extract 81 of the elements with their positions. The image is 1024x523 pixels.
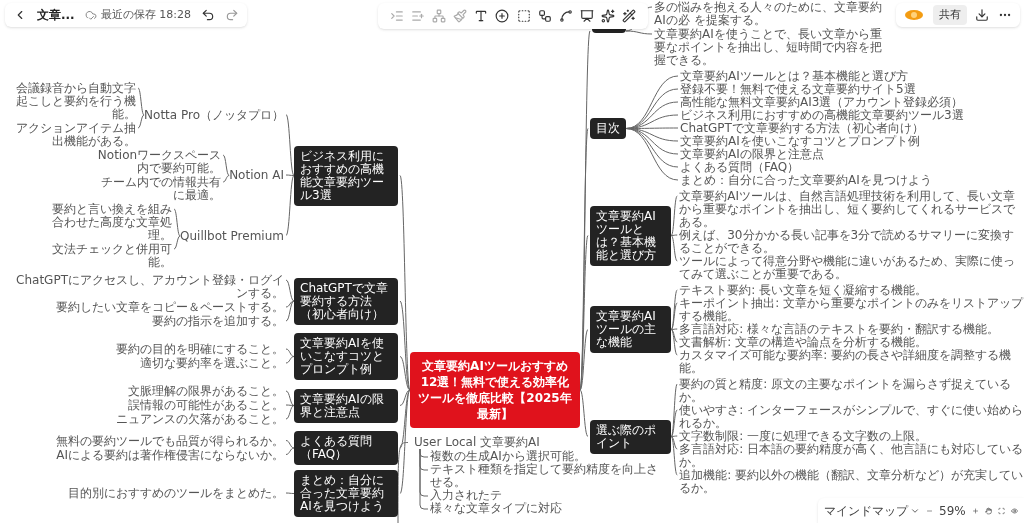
- subtopic-text[interactable]: 登録不要！無料で使える文章要約サイト5選: [680, 83, 964, 96]
- subtopic-text[interactable]: テキスト種類を指定して要約精度を向上させる。: [430, 463, 666, 489]
- frame-icon[interactable]: [516, 9, 531, 23]
- subtopic-text[interactable]: 多言語対応: 日本語の要約精度が高く、他言語にも対応しているか。: [679, 443, 1024, 469]
- topic-node[interactable]: [592, 29, 626, 33]
- subtopic-text[interactable]: AIによる要約は著作権侵害にならないか。: [56, 448, 284, 462]
- root-topic[interactable]: 文章要約AIツールおすすめ12選！無料で使える効率化ツールを徹底比較【2025年最新】: [410, 352, 580, 428]
- zoom-level: 59%: [939, 502, 966, 520]
- subtopic-text[interactable]: 使いやすさ: インターフェースがシンプルで、すぐに使い始められるか。: [679, 404, 1024, 430]
- subtopic-text[interactable]: まとめ：自分に合った文章要約AIを見つけよう: [680, 174, 964, 187]
- topic-node[interactable]: 目次: [590, 118, 626, 139]
- subtopic-text[interactable]: 文脈理解の限界があること。: [128, 385, 284, 398]
- document-title[interactable]: 文章...: [37, 6, 75, 24]
- subtopic-text[interactable]: テキスト要約: 長い文章を短く凝縮する機能。: [679, 284, 1024, 297]
- subtopic-text[interactable]: ニュアンスの欠落があること。: [116, 413, 284, 426]
- topic-node[interactable]: 文章要約AIを使いこなすコツとプロンプト例: [294, 333, 398, 380]
- topic-node[interactable]: まとめ：自分に合った文章要約AIを見つけよう: [294, 470, 398, 517]
- text-icon[interactable]: [474, 9, 489, 23]
- topic-node[interactable]: 文章要約AIツールの主な機能: [590, 306, 672, 353]
- view-mode-dropdown[interactable]: マインドマップ: [824, 501, 920, 520]
- connector-line: [285, 492, 295, 494]
- subtopic-text[interactable]: 無料の要約ツールでも品質が得られるか。: [56, 434, 284, 448]
- subtopic-text[interactable]: 目的別におすすめのツールをまとめた。: [68, 487, 284, 500]
- flow-icon[interactable]: [537, 9, 552, 23]
- connector-line: [285, 348, 295, 357]
- subtopic-text[interactable]: 文章要約AIツールは、自然言語処理技術を利用して、長い文章から重要なポイントを抽出し、短く要約してくれるサービスである。: [679, 190, 1024, 229]
- cloud-check-icon: [84, 9, 97, 21]
- topic-node[interactable]: 選ぶ際のポイント: [590, 419, 672, 454]
- topic-node[interactable]: 文章要約AIツールとは？基本機能と選び方: [590, 205, 672, 266]
- redo-icon[interactable]: [224, 8, 239, 22]
- topic-node[interactable]: ビジネス利用におすすめの高機能文章要約ツール3選: [294, 145, 398, 206]
- add-icon[interactable]: [495, 9, 510, 23]
- save-status: 最近の保存 18:28: [100, 6, 191, 23]
- magic-wand-icon[interactable]: [622, 9, 637, 23]
- subtopic-text[interactable]: Quillbot Premium: [180, 229, 284, 243]
- topic-node[interactable]: 文章要約AIの限界と注意点: [294, 388, 398, 423]
- subtopic-text[interactable]: ビジネス利用におすすめの高機能文章要約ツール3選: [680, 109, 964, 122]
- subtopic-text[interactable]: ツールによって得意分野や機能に違いがあるため、実際に使ってみて選ぶことが重要である。: [679, 255, 1024, 281]
- subtopic-text[interactable]: 要約の指示を追加する。: [152, 315, 284, 328]
- subtopic-text[interactable]: 文法チェックと併用可能。: [42, 243, 173, 269]
- subtopic-text[interactable]: Notionワークスペース内で要約可能。: [91, 149, 222, 175]
- subtopic-text[interactable]: Notta Pro（ノッタプロ）: [144, 108, 284, 122]
- presentation-icon[interactable]: [580, 9, 594, 23]
- sparkles-icon[interactable]: [601, 9, 616, 23]
- subtopic-text[interactable]: 高性能な無料文章要約AI3選（アカウント登録必須）: [680, 96, 964, 109]
- undo-icon[interactable]: [200, 8, 215, 22]
- subtopic-text[interactable]: User Local 文章要約AI: [414, 436, 540, 449]
- subtopic-text[interactable]: 文章要約AIツールとは？基本機能と選び方: [680, 70, 964, 83]
- subtopic-text[interactable]: 入力されたテ: [430, 489, 666, 502]
- subtopic-text[interactable]: 適切な要約率を選ぶこと。: [140, 357, 284, 370]
- subtopic-text[interactable]: 多の悩みを抱える人々のために、文章要約AIの必 を提案する。: [654, 1, 892, 27]
- subtopic-text[interactable]: 会議録音から自動文字起こしと要約を行う機能。: [6, 82, 137, 121]
- topic-node[interactable]: ChatGPTで文章要約する方法（初心者向け）: [294, 277, 398, 325]
- topic-node[interactable]: よくある質問（FAQ）: [294, 431, 398, 465]
- subtopic-text[interactable]: 文書解析: 文章の構造や論点を分析する機能。: [679, 336, 1024, 349]
- subtopic-text[interactable]: 文章要約AIを使いこなすコツとプロンプト例: [680, 135, 964, 148]
- download-icon[interactable]: [975, 8, 990, 22]
- curve-icon[interactable]: [558, 9, 573, 23]
- subtopic-text[interactable]: アクションアイテム抽出機能がある。: [6, 122, 137, 148]
- subtopic-text[interactable]: キーポイント抽出: 文章から重要なポイントのみをリストアップする機能。: [679, 297, 1024, 323]
- subtopic-text[interactable]: ChatGPTで文章要約する方法（初心者向け）: [680, 122, 964, 135]
- subtopic-text[interactable]: チーム内での情報共有に最適。: [91, 176, 222, 202]
- subtopic-text[interactable]: 要約したい文章をコピー＆ペーストする。: [56, 301, 284, 314]
- subtopic-text[interactable]: 文字数制限: 一度に処理できる文字数の上限。: [679, 430, 1024, 443]
- subtopic-text[interactable]: ChatGPTにアクセスし、アカウント登録・ログインする。: [14, 274, 284, 300]
- subtopic-text[interactable]: 追加機能: 要約以外の機能（翻訳、文章分析など）が充実しているか。: [679, 469, 1024, 495]
- subtopic-text[interactable]: 例えば、30分かかる長い記事を3分で読めるサマリーに変換することができる。: [679, 229, 1024, 255]
- connector-line: [285, 440, 295, 449]
- subtopic-text[interactable]: 要約の質と精度: 原文の主要なポイントを漏らさず捉えているか。: [679, 378, 1024, 404]
- subtopic-text[interactable]: 文章要約AIを使うことで、長い文章から重要なポイントを抽出し、短時間で内容を把握できる。: [654, 28, 892, 67]
- subtopic-text[interactable]: カスタマイズ可能な要約率: 要約の長さや詳細度を調整する機能。: [679, 349, 1024, 375]
- subtopic-text[interactable]: 多言語対応: 様々な言語のテキストを要約・翻訳する機能。: [679, 323, 1024, 336]
- subtopic-text[interactable]: 誤情報の可能性があること。: [128, 399, 284, 412]
- subtopic-text[interactable]: Notion AI: [229, 169, 284, 182]
- subtopic-text[interactable]: 様々な文章タイプに対応: [430, 502, 666, 515]
- subtopic-text[interactable]: 文章要約AIの限界と注意点: [680, 148, 964, 161]
- subtopic-text[interactable]: 要約と言い換えを組み合わせた高度な文章処理。: [42, 203, 173, 242]
- subtopic-text[interactable]: 要約の目的を明確にすること。: [116, 343, 284, 356]
- hand-icon[interactable]: [984, 504, 992, 517]
- subtopic-text[interactable]: よくある質問（FAQ）: [680, 161, 964, 174]
- share-button[interactable]: 共有: [932, 4, 967, 26]
